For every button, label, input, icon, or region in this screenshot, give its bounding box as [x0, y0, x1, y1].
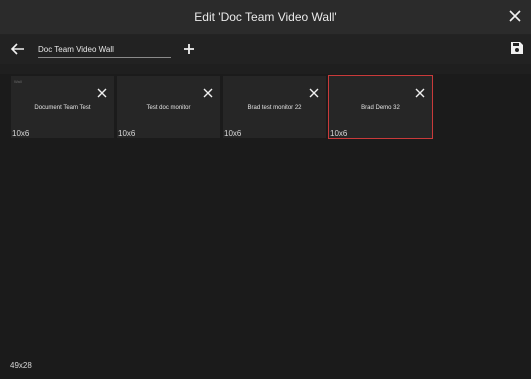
wall-name-input[interactable] — [38, 41, 171, 58]
toolbar-divider — [0, 64, 531, 74]
arrow-left-icon[interactable] — [10, 41, 26, 57]
tile-size: 10x6 — [330, 129, 348, 138]
toolbar — [0, 35, 531, 64]
title-bar: Edit 'Doc Team Video Wall' — [0, 0, 531, 35]
tile-size: 10x6 — [224, 129, 242, 138]
grid-size-label: 49x28 — [10, 361, 32, 370]
close-icon[interactable] — [203, 85, 213, 98]
close-icon[interactable] — [309, 85, 319, 98]
plus-icon[interactable] — [181, 41, 197, 57]
tile-label: Document Team Test — [34, 105, 91, 111]
close-icon[interactable] — [415, 85, 425, 98]
tile-size: 10x6 — [12, 129, 30, 138]
tile-tag: Wall — [14, 79, 22, 84]
monitor-tile[interactable]: Brad test monitor 22 10x6 — [222, 75, 327, 139]
close-icon[interactable] — [97, 85, 107, 98]
monitor-tile[interactable]: Test doc monitor 10x6 — [116, 75, 221, 139]
tile-label: Test doc monitor — [146, 105, 191, 111]
close-icon[interactable] — [507, 8, 523, 24]
window-title: Edit 'Doc Team Video Wall' — [194, 10, 337, 24]
monitor-tile[interactable]: Wall Document Team Test 10x6 — [10, 75, 115, 139]
monitor-tile-selected[interactable]: Brad Demo 32 10x6 — [328, 75, 433, 139]
floppy-disk-icon[interactable] — [510, 41, 524, 55]
wall-canvas[interactable]: 49x28 — [0, 140, 531, 379]
video-wall-editor-window: Edit 'Doc Team Video Wall' Doc Team Vide… — [0, 0, 531, 379]
tile-label: Brad test monitor 22 — [247, 105, 302, 111]
tile-size: 10x6 — [118, 129, 136, 138]
tile-label: Brad Demo 32 — [361, 105, 400, 111]
